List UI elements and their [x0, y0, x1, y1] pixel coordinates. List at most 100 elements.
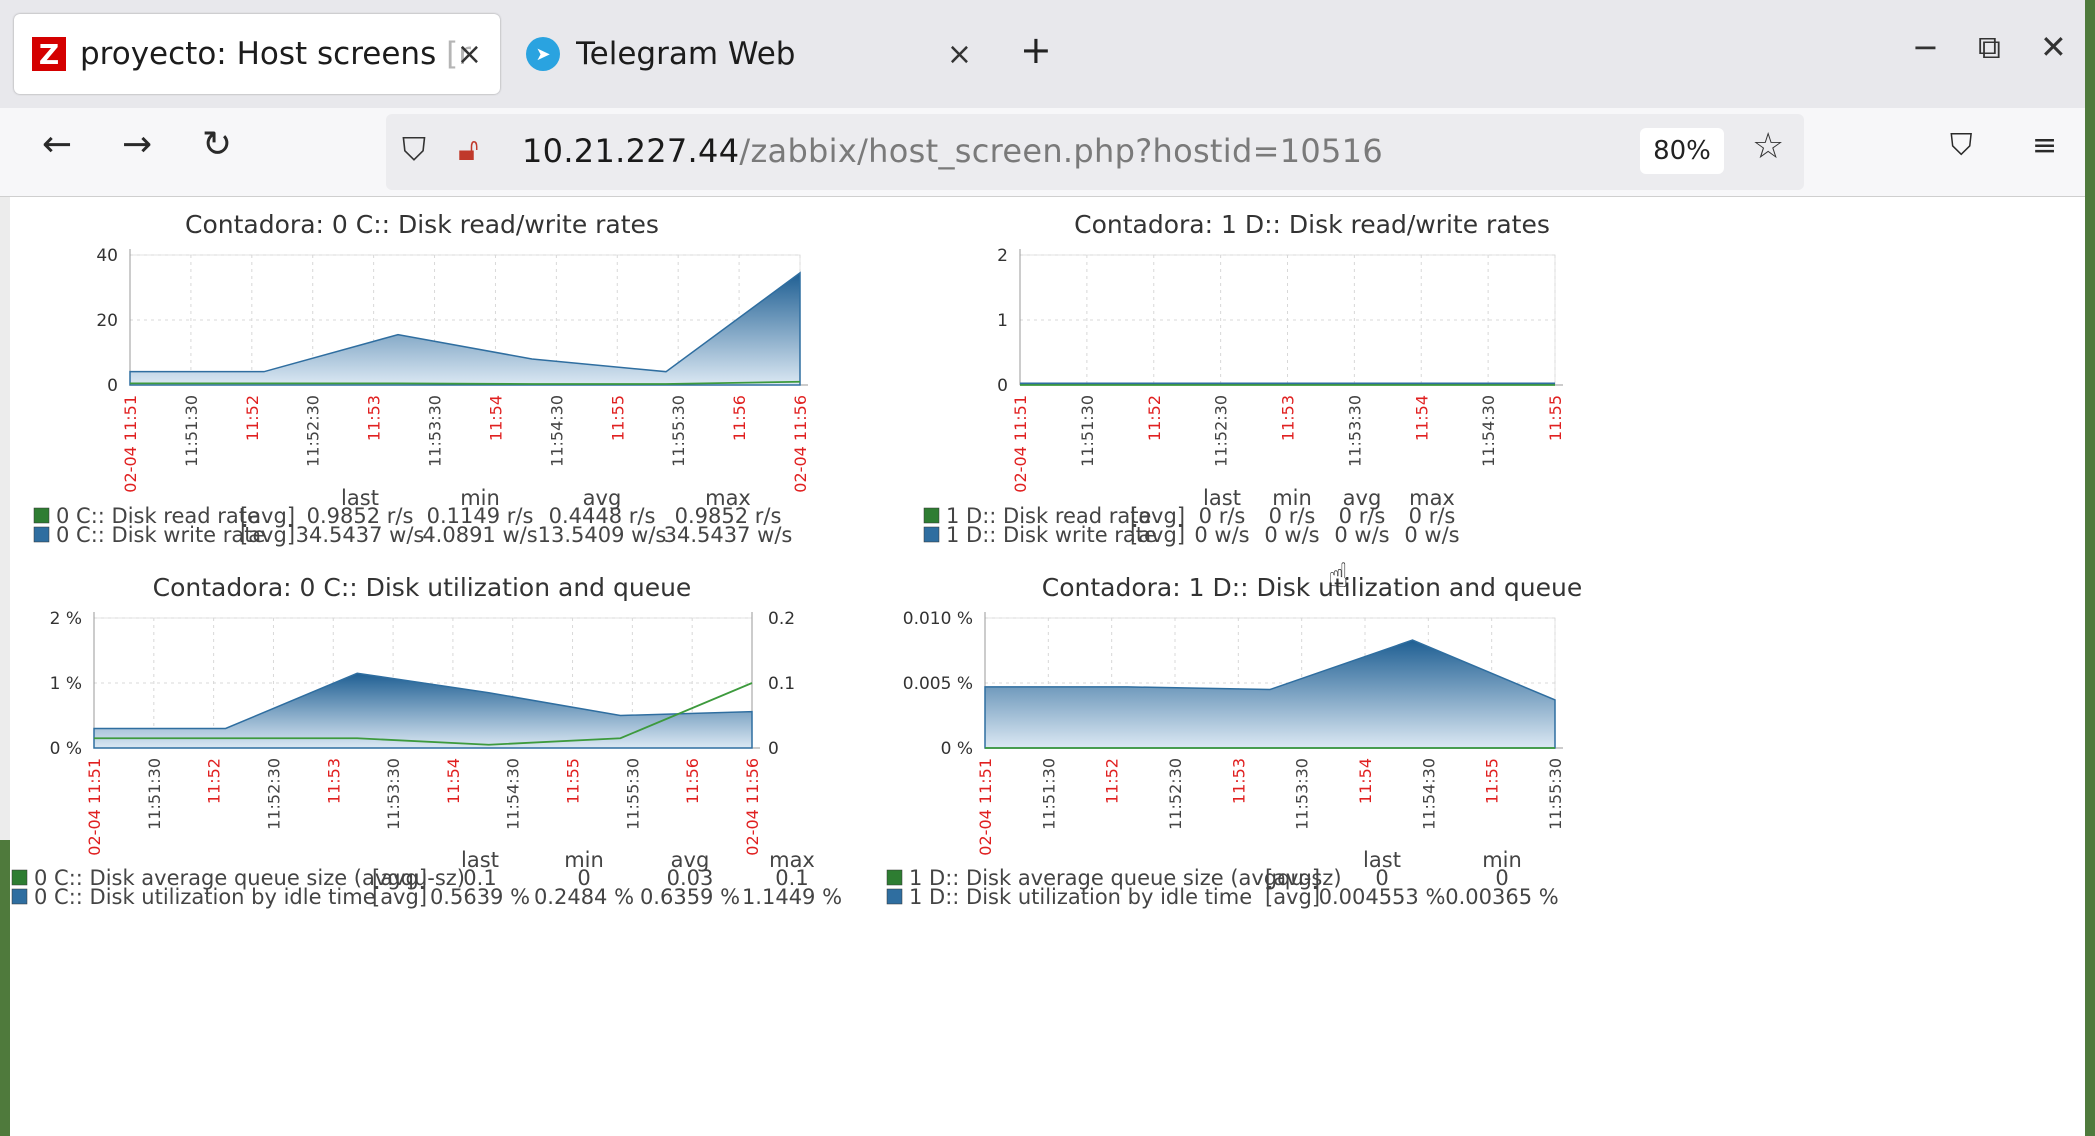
tab-zabbix[interactable]: Z proyecto: Host screens [r ×	[14, 14, 500, 94]
forward-button[interactable]: →	[122, 124, 152, 165]
x-tick-label: 02-04 11:56	[743, 758, 762, 856]
x-tick-label: 11:53	[1279, 395, 1298, 441]
x-tick-label: 11:55	[1546, 395, 1565, 441]
y-tick-label: 2 %	[50, 609, 82, 629]
reload-button[interactable]: ↻	[202, 124, 232, 165]
legend-item-func: [avg]	[1130, 523, 1185, 547]
legend-value-last: 0 w/s	[1194, 523, 1249, 547]
tab-close-icon[interactable]: ×	[457, 37, 482, 72]
x-tick-label: 11:56	[683, 758, 702, 804]
x-tick-label: 11:52	[243, 395, 262, 441]
x-tick-label: 11:52	[1103, 758, 1122, 804]
legend-swatch	[11, 869, 28, 886]
shield-icon[interactable]: ⛉	[402, 130, 426, 169]
tab-strip: Z proyecto: Host screens [r × ➤ Telegram…	[0, 0, 2085, 108]
x-tick-label: 11:51:30	[182, 395, 201, 467]
x-tick-label: 11:54	[1412, 395, 1431, 441]
close-window-icon[interactable]: ✕	[2040, 28, 2067, 66]
x-tick-label: 02-04 11:56	[791, 395, 810, 493]
x-tick-label: 11:56	[730, 395, 749, 441]
x-tick-label: 02-04 11:51	[121, 395, 140, 493]
x-tick-label: 11:53:30	[426, 395, 445, 467]
legend-value-min: 0.2484 %	[534, 885, 634, 909]
chart-title: Contadora: 1 D:: Disk read/write rates	[1074, 210, 1550, 239]
host-screen-graphs: Contadora: 0 C:: Disk read/write rates40…	[11, 210, 1582, 909]
x-tick-label: 11:53	[1229, 758, 1248, 804]
x-tick-label: 11:51:30	[145, 758, 164, 830]
x-tick-label: 11:54	[444, 758, 463, 804]
legend-swatch	[923, 507, 940, 524]
hand-cursor-icon: ☝	[1328, 556, 1349, 596]
legend-value-last: 34.5437 w/s	[296, 523, 425, 547]
legend-swatch	[33, 507, 50, 524]
x-tick-label: 02-04 11:51	[85, 758, 104, 856]
x-tick-label: 11:55	[1483, 758, 1502, 804]
legend-item-name: 0 C:: Disk write rate	[56, 523, 265, 547]
restore-icon[interactable]: ⧉	[1978, 28, 2001, 67]
tab-close-icon[interactable]: ×	[947, 37, 972, 72]
y-tick-label: 20	[96, 311, 118, 331]
x-tick-label: 11:52	[1145, 395, 1164, 441]
legend-value-max: 0 w/s	[1404, 523, 1459, 547]
legend-value-last: 0.004553 %	[1319, 885, 1446, 909]
x-tick-label: 02-04 11:51	[976, 758, 995, 856]
legend-value-min: 0 w/s	[1264, 523, 1319, 547]
y-tick-label: 0 %	[941, 739, 973, 759]
legend-item-name: 1 D:: Disk write rate	[946, 523, 1157, 547]
y-tick-label-right: 0.1	[768, 674, 795, 694]
x-tick-label: 11:54:30	[1419, 758, 1438, 830]
y-tick-label: 0	[107, 376, 118, 396]
insecure-lock-icon[interactable]: 🔓︎	[458, 130, 479, 169]
zabbix-favicon-icon: Z	[32, 37, 66, 71]
legend-value-max: 1.1449 %	[742, 885, 842, 909]
nav-toolbar: ← → ↻ ⛉ 🔓︎ 10.21.227.44/zabbix/host_scre…	[0, 108, 2085, 197]
legend-swatch	[33, 526, 50, 543]
desktop-edge-left	[0, 840, 10, 1136]
y-tick-label: 40	[96, 246, 118, 266]
legend-value-min: 0.00365 %	[1445, 885, 1558, 909]
legend-item-func: [avg]	[240, 523, 295, 547]
x-tick-label: 11:52:30	[304, 395, 323, 467]
tab-telegram[interactable]: ➤ Telegram Web ×	[510, 14, 990, 94]
y-tick-label: 2	[997, 246, 1008, 266]
x-tick-label: 11:54	[486, 395, 505, 441]
y-tick-label: 0.010 %	[903, 609, 973, 629]
telegram-icon: ➤	[526, 37, 560, 71]
x-tick-label: 11:53:30	[1293, 758, 1312, 830]
x-tick-label: 11:55:30	[623, 758, 642, 830]
x-tick-label: 11:55:30	[669, 395, 688, 467]
legend-item-name: 1 D:: Disk utilization by idle time	[909, 885, 1252, 909]
desktop-edge	[2085, 0, 2095, 1136]
legend-value-min: 4.0891 w/s	[422, 523, 537, 547]
y-tick-label: 0 %	[50, 739, 82, 759]
zoom-level[interactable]: 80%	[1640, 128, 1724, 174]
back-button[interactable]: ←	[42, 124, 72, 165]
pocket-icon[interactable]: ⛉	[1950, 128, 1973, 163]
legend-value-avg: 0 w/s	[1334, 523, 1389, 547]
y-tick-label-right: 0	[768, 739, 779, 759]
x-tick-label: 11:55:30	[1546, 758, 1565, 830]
new-tab-button[interactable]: +	[1020, 28, 1052, 72]
legend-swatch	[11, 888, 28, 905]
x-tick-label: 11:52:30	[1166, 758, 1185, 830]
x-tick-label: 11:53	[324, 758, 343, 804]
legend-item-func: [avg]	[1265, 885, 1320, 909]
legend-value-avg: 13.5409 w/s	[538, 523, 667, 547]
minimize-icon[interactable]: −	[1912, 28, 1939, 66]
bookmark-star-icon[interactable]: ☆	[1752, 126, 1784, 167]
y-tick-label-right: 0.2	[768, 609, 795, 629]
x-tick-label: 11:51:30	[1078, 395, 1097, 467]
legend-item-name: 0 C:: Disk utilization by idle time	[34, 885, 376, 909]
x-tick-label: 11:52:30	[264, 758, 283, 830]
x-tick-label: 11:54	[1356, 758, 1375, 804]
y-tick-label: 0	[997, 376, 1008, 396]
url-bar[interactable]: ⛉ 🔓︎ 10.21.227.44/zabbix/host_screen.php…	[386, 114, 1804, 190]
legend-swatch	[886, 869, 903, 886]
x-tick-label: 11:55	[608, 395, 627, 441]
x-tick-label: 11:54:30	[547, 395, 566, 467]
url-text[interactable]: 10.21.227.44/zabbix/host_screen.php?host…	[522, 132, 1383, 170]
menu-icon[interactable]: ≡	[2032, 128, 2057, 163]
chart-title: Contadora: 0 C:: Disk utilization and qu…	[153, 573, 692, 602]
x-tick-label: 11:53:30	[1345, 395, 1364, 467]
browser-window: Z proyecto: Host screens [r × ➤ Telegram…	[0, 0, 2095, 1136]
